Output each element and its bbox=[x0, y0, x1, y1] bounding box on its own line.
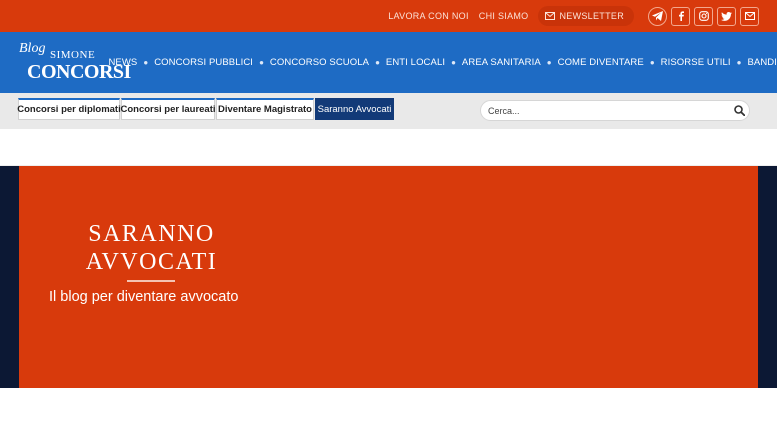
nav-item-come-diventare[interactable]: COME DIVENTARE bbox=[558, 57, 644, 68]
tab-concorsi-per-laureati[interactable]: Concorsi per laureati bbox=[120, 98, 216, 120]
envelope-icon bbox=[545, 12, 556, 20]
nav-separator: ● bbox=[259, 58, 264, 67]
site-logo[interactable]: Blog SIMONE CONCORSI bbox=[19, 40, 131, 85]
logo-concorsi-text: CONCORSI bbox=[27, 60, 131, 83]
telegram-icon[interactable] bbox=[648, 6, 667, 26]
main-navbar: Blog SIMONE CONCORSI NEWS ● CONCORSI PUB… bbox=[0, 32, 777, 93]
nav-item-concorsi-pubblici[interactable]: CONCORSI PUBBLICI bbox=[154, 57, 253, 68]
link-lavora-con-noi[interactable]: LAVORA CON NOI bbox=[388, 11, 469, 21]
hero-right-edge bbox=[758, 166, 777, 388]
nav-separator: ● bbox=[649, 58, 655, 67]
nav-separator: ● bbox=[143, 58, 149, 67]
search-icon[interactable] bbox=[729, 105, 749, 116]
social-links bbox=[648, 6, 759, 26]
nav-item-enti-locali[interactable]: ENTI LOCALI bbox=[386, 57, 445, 68]
nav-separator: ● bbox=[736, 58, 742, 67]
nav-item-concorso-scuola[interactable]: CONCORSO SCUOLA bbox=[270, 57, 369, 68]
hero-divider bbox=[127, 280, 175, 282]
newsletter-button[interactable]: NEWSLETTER bbox=[538, 6, 634, 26]
search-box bbox=[480, 100, 750, 121]
link-chi-siamo[interactable]: CHI SIAMO bbox=[479, 11, 529, 21]
twitter-icon[interactable] bbox=[717, 6, 736, 26]
tab-diventare-magistrato[interactable]: Diventare Magistrato bbox=[216, 98, 314, 120]
top-bar: LAVORA CON NOI CHI SIAMO NEWSLETTER bbox=[0, 0, 777, 32]
nav-separator: ● bbox=[451, 58, 456, 67]
hero-title-line-1: SARANNO bbox=[88, 221, 215, 247]
spacer-band bbox=[0, 129, 777, 166]
hero-subtitle: Il blog per diventare avvocato bbox=[49, 289, 239, 305]
nav-item-area-sanitaria[interactable]: AREA SANITARIA bbox=[462, 57, 541, 68]
mail-icon[interactable] bbox=[740, 6, 759, 26]
logo-simone-text: SIMONE bbox=[50, 48, 96, 61]
hero-left-edge bbox=[0, 166, 19, 388]
nav-item-risorse-utili[interactable]: RISORSE UTILI bbox=[661, 57, 731, 68]
nav-separator: ● bbox=[375, 58, 380, 67]
tab-concorsi-per-diplomati[interactable]: Concorsi per diplomati bbox=[17, 98, 121, 120]
nav-separator: ● bbox=[546, 58, 552, 67]
hero-banner: SARANNO AVVOCATI Il blog per diventare a… bbox=[19, 166, 758, 388]
logo-blog-text: Blog bbox=[19, 40, 46, 56]
instagram-icon[interactable] bbox=[694, 6, 713, 26]
tab-saranno-avvocati[interactable]: Saranno Avvocati bbox=[315, 98, 394, 120]
newsletter-label: NEWSLETTER bbox=[559, 11, 624, 21]
nav-item-bandi[interactable]: BANDI bbox=[747, 57, 777, 68]
hero-title-line-2: AVVOCATI bbox=[85, 249, 218, 275]
facebook-icon[interactable] bbox=[671, 6, 690, 26]
hero-title: SARANNO AVVOCATI bbox=[59, 220, 244, 276]
main-menu: NEWS ● CONCORSI PUBBLICI ● CONCORSO SCUO… bbox=[108, 57, 777, 68]
page-bottom bbox=[0, 388, 777, 423]
search-input[interactable] bbox=[481, 101, 729, 120]
